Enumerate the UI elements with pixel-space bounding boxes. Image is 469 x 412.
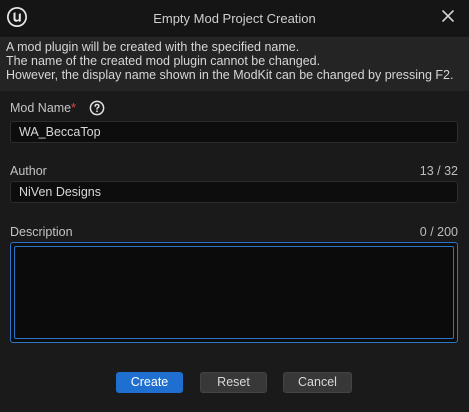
cancel-button[interactable]: Cancel [283, 372, 352, 393]
mod-name-label-text: Mod Name [10, 101, 72, 115]
reset-button[interactable]: Reset [200, 372, 267, 393]
info-line-2: The name of the created mod plugin canno… [6, 54, 321, 68]
mod-name-input[interactable]: WA_BeccaTop [10, 121, 458, 143]
description-label: Description [10, 225, 73, 239]
title-bar: Empty Mod Project Creation [0, 0, 469, 36]
description-textarea[interactable] [10, 242, 458, 343]
author-label: Author [10, 164, 47, 178]
create-button[interactable]: Create [116, 372, 183, 393]
author-char-count: 13 / 32 [419, 164, 458, 178]
description-text [14, 246, 454, 339]
info-line-1: A mod plugin will be created with the sp… [6, 40, 300, 54]
required-marker: * [71, 101, 77, 115]
description-char-count: 0 / 200 [419, 225, 458, 239]
mod-name-label: Mod Name* [10, 101, 76, 115]
window-title: Empty Mod Project Creation [153, 11, 316, 26]
close-icon[interactable] [439, 7, 457, 25]
question-circle-icon[interactable] [89, 100, 105, 116]
info-panel: A mod plugin will be created with the sp… [0, 37, 469, 91]
author-input[interactable]: NiVen Designs [10, 181, 458, 203]
info-line-3: However, the display name shown in the M… [6, 68, 454, 82]
